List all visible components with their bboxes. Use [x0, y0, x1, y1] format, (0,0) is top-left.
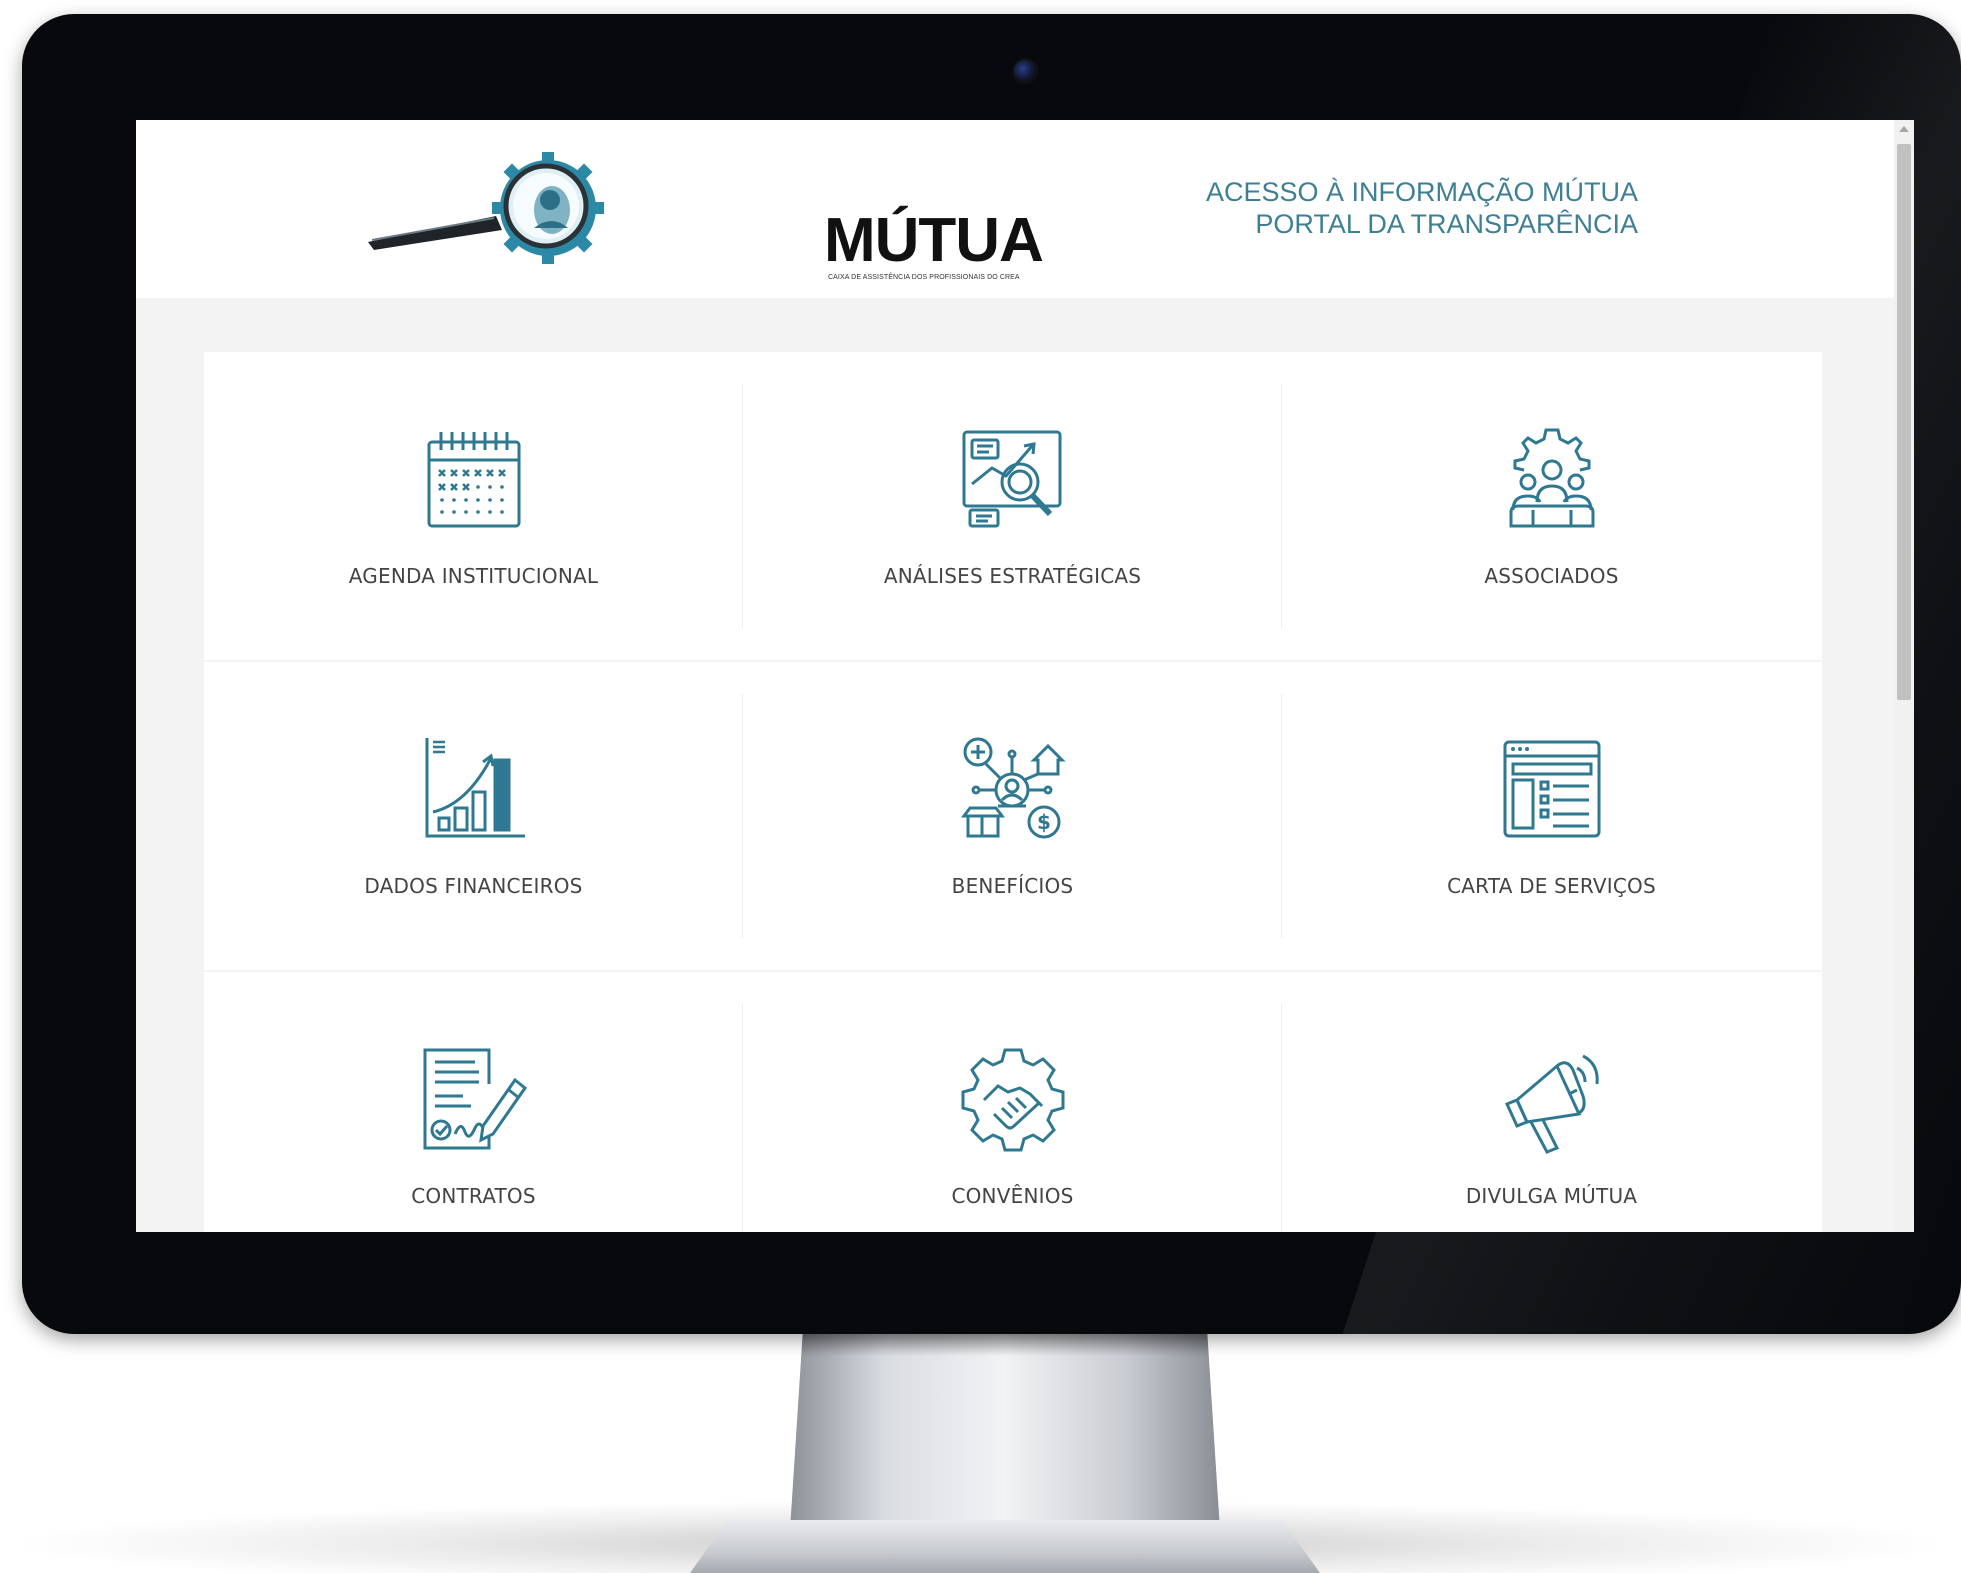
tiles-grid: AGENDA INSTITUCIONAL ANÁLISES ESTRATÉGIC… — [204, 352, 1822, 1232]
browser-viewport: MÚTUA CAIXA DE ASSISTÊNCIA DOS PROFISSIO… — [136, 120, 1914, 1232]
scroll-up-arrow-icon[interactable] — [1899, 126, 1909, 132]
header-title-line2: PORTAL DA TRANSPARÊNCIA — [1255, 209, 1638, 239]
tile-label: CONVÊNIOS — [951, 1184, 1074, 1208]
site-header: MÚTUA CAIXA DE ASSISTÊNCIA DOS PROFISSIO… — [136, 120, 1894, 298]
tiles-row: DADOS FINANCEIROS $ BENEFÍCIOS CARTA DE … — [204, 662, 1822, 970]
scrollbar-thumb[interactable] — [1897, 144, 1911, 700]
monitor-stand-neck — [790, 1330, 1220, 1530]
header-title: ACESSO À INFORMAÇÃO MÚTUA PORTAL DA TRAN… — [1206, 176, 1638, 240]
tile-label: CONTRATOS — [411, 1184, 536, 1208]
tiles-row: CONTRATOS CONVÊNIOS DIVULGA MÚTUA — [204, 972, 1822, 1232]
benefits-icon: $ — [958, 734, 1068, 844]
tile-divulga-mutua[interactable]: DIVULGA MÚTUA — [1282, 972, 1821, 1232]
tile-analises-estrategicas[interactable]: ANÁLISES ESTRATÉGICAS — [743, 352, 1282, 660]
header-title-line1: ACESSO À INFORMAÇÃO MÚTUA — [1205, 177, 1638, 207]
tiles-row: AGENDA INSTITUCIONAL ANÁLISES ESTRATÉGIC… — [204, 352, 1822, 660]
svg-text:$: $ — [1037, 810, 1051, 834]
monitor-bezel: MÚTUA CAIXA DE ASSISTÊNCIA DOS PROFISSIO… — [22, 14, 1961, 1334]
handshake-gear-icon — [958, 1044, 1068, 1154]
logo-wordmark: MÚTUA — [824, 206, 1044, 275]
analytics-icon — [958, 424, 1068, 534]
tile-convenios[interactable]: CONVÊNIOS — [743, 972, 1282, 1232]
logo-subtitle: CAIXA DE ASSISTÊNCIA DOS PROFISSIONAIS D… — [828, 274, 1020, 281]
webcam-icon — [1012, 58, 1038, 84]
tile-label: ASSOCIADOS — [1484, 564, 1619, 588]
tile-label: AGENDA INSTITUCIONAL — [348, 564, 599, 588]
tile-agenda-institucional[interactable]: AGENDA INSTITUCIONAL — [204, 352, 743, 660]
calendar-icon — [419, 424, 529, 534]
services-list-icon — [1497, 734, 1607, 844]
tile-associados[interactable]: ASSOCIADOS — [1282, 352, 1821, 660]
contract-signing-icon — [419, 1044, 529, 1154]
magnifier-logo-icon — [368, 152, 604, 264]
tile-label: DIVULGA MÚTUA — [1465, 1184, 1638, 1208]
tile-contratos[interactable]: CONTRATOS — [204, 972, 743, 1232]
tile-label: CARTA DE SERVIÇOS — [1447, 874, 1656, 898]
associates-icon — [1497, 424, 1607, 534]
monitor-stand-base — [690, 1520, 1320, 1573]
tile-label: BENEFÍCIOS — [951, 874, 1074, 898]
vertical-scrollbar[interactable] — [1894, 120, 1914, 1232]
mutua-logo[interactable]: MÚTUA CAIXA DE ASSISTÊNCIA DOS PROFISSIO… — [366, 150, 1044, 281]
tile-dados-financeiros[interactable]: DADOS FINANCEIROS — [204, 662, 743, 970]
tile-label: ANÁLISES ESTRATÉGICAS — [883, 564, 1142, 588]
tile-carta-de-servicos[interactable]: CARTA DE SERVIÇOS — [1282, 662, 1821, 970]
megaphone-icon — [1497, 1044, 1607, 1154]
tile-label: DADOS FINANCEIROS — [364, 874, 583, 898]
bar-chart-icon — [419, 734, 529, 844]
tile-beneficios[interactable]: $ BENEFÍCIOS — [743, 662, 1282, 970]
